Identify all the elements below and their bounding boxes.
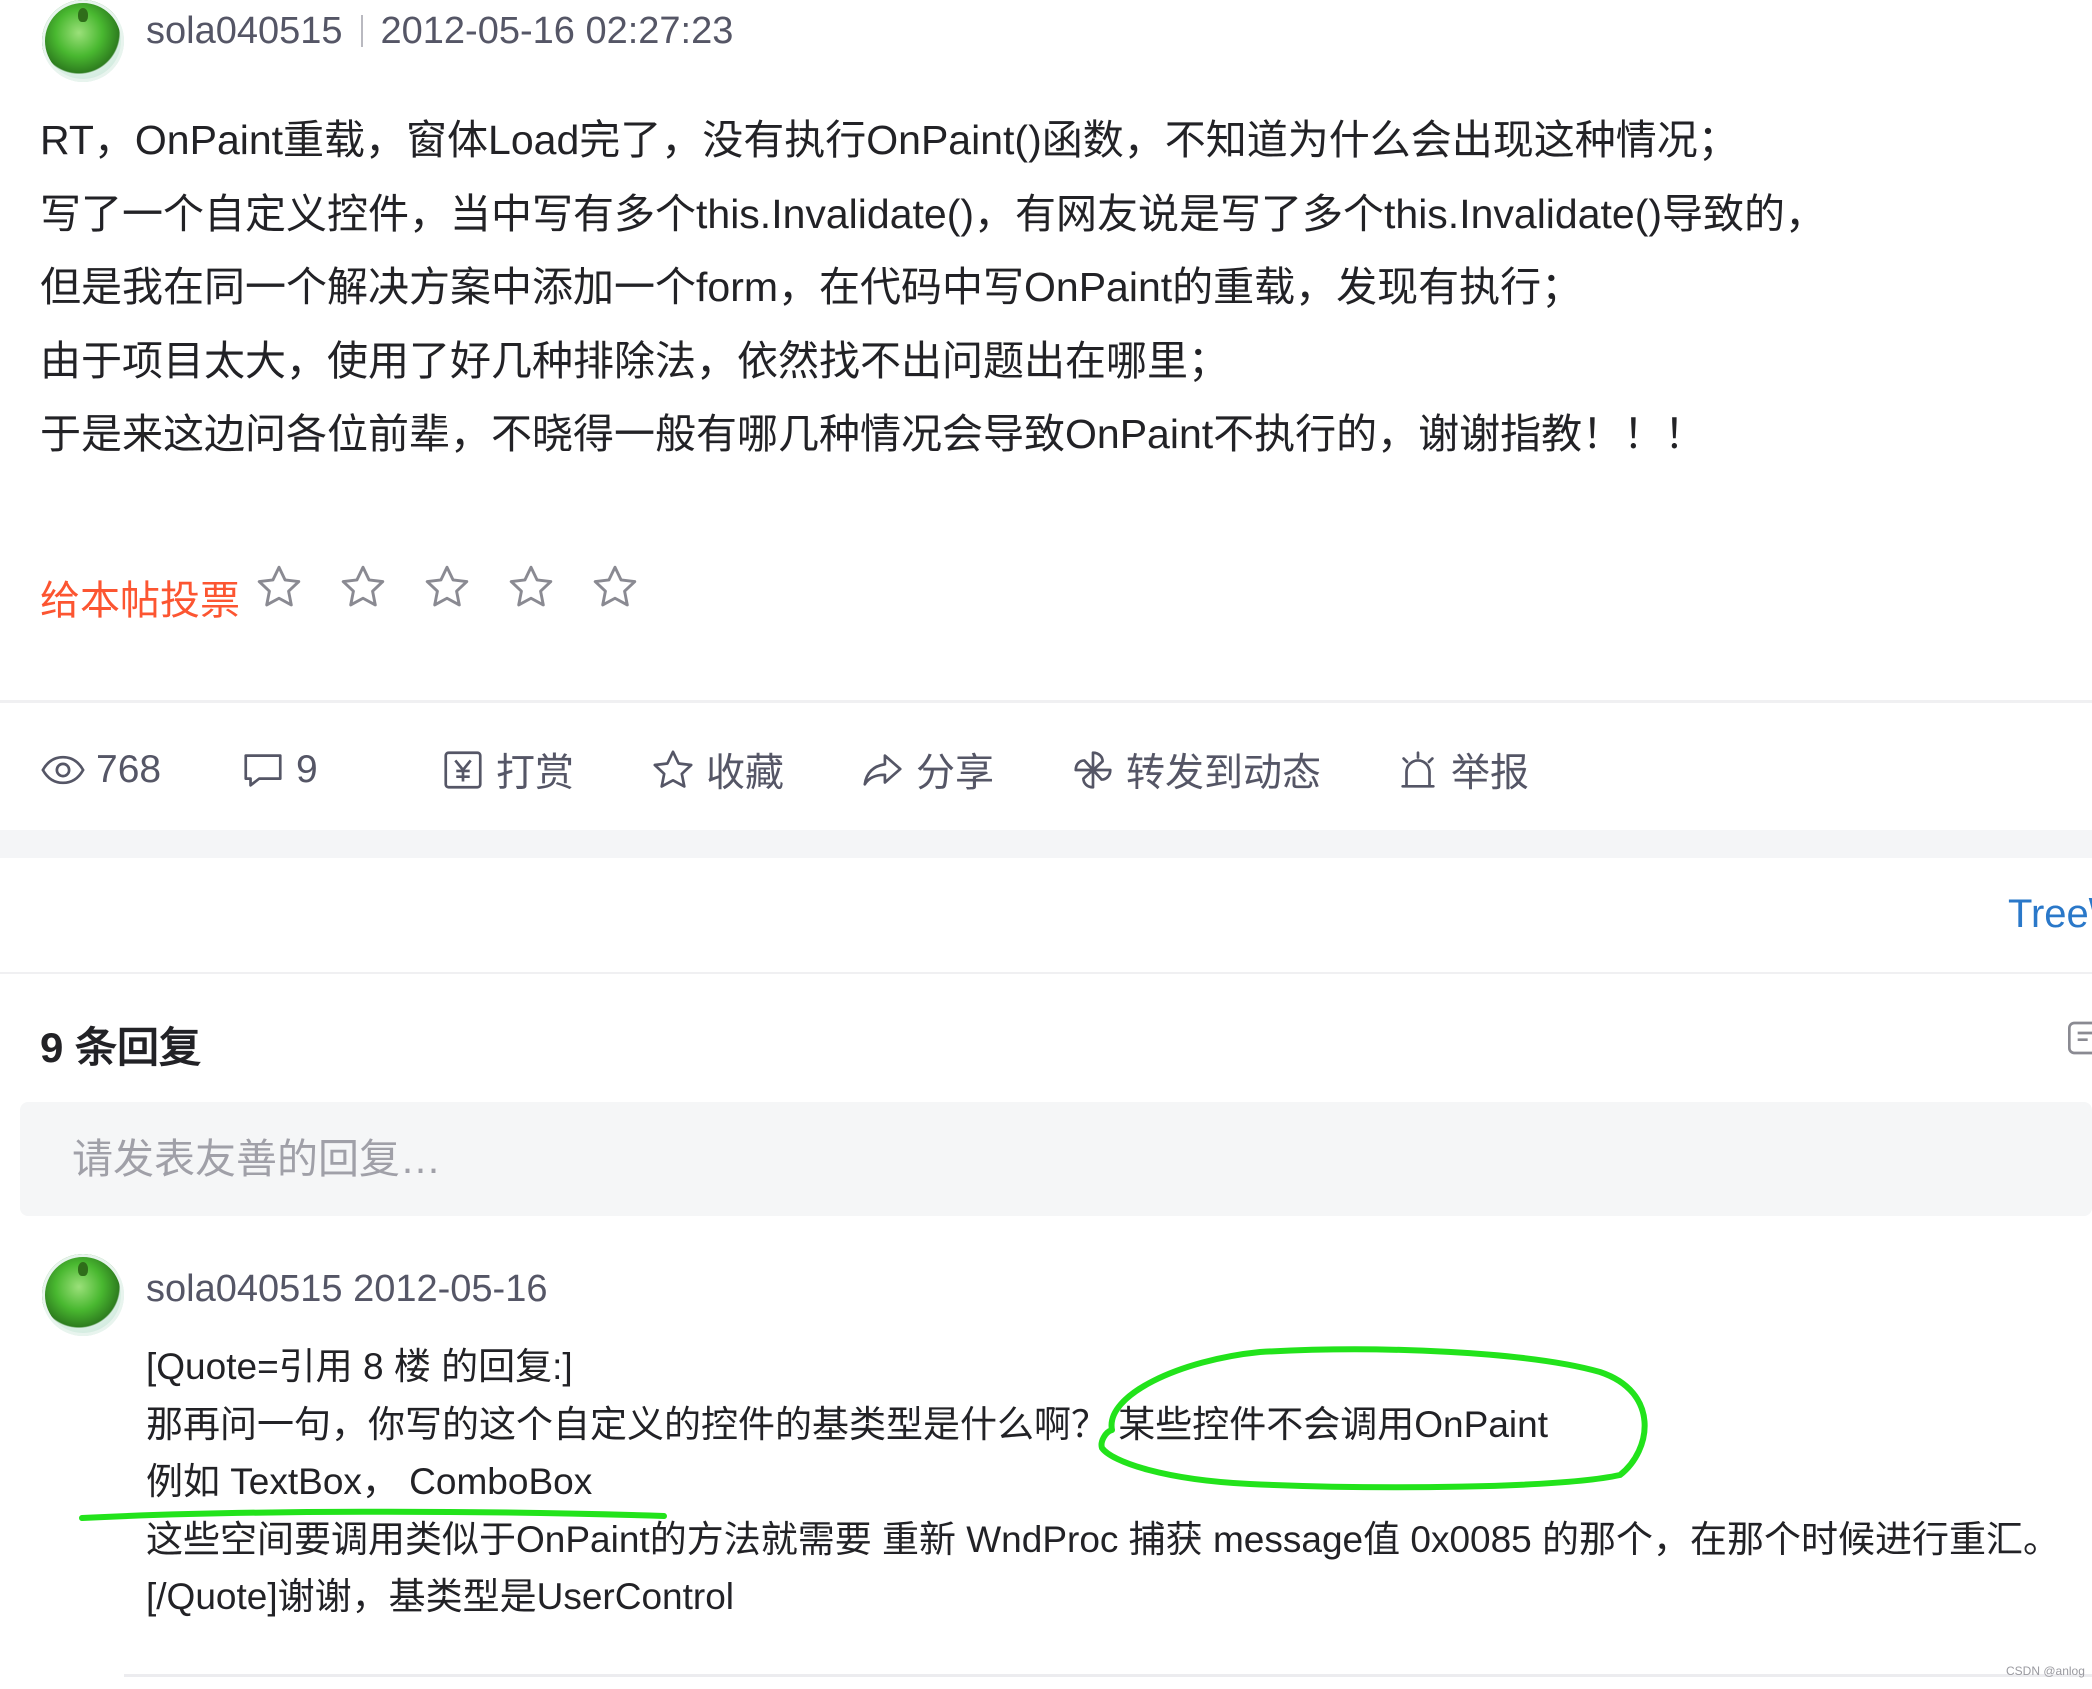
favorite-button[interactable]: 收藏	[650, 742, 860, 798]
star-outline-icon	[653, 750, 693, 788]
post-action-bar: 768 9 打赏 收藏 分享 转发到动态 举报	[40, 740, 1529, 800]
post-line: 写了一个自定义控件，当中写有多个this.Invalidate()，有网友说是写…	[40, 190, 1827, 237]
share-button[interactable]: 分享	[860, 742, 1070, 798]
star-icon[interactable]	[506, 562, 556, 612]
share-icon	[863, 754, 902, 786]
report-label: 举报	[1451, 752, 1530, 795]
reward-icon	[444, 751, 482, 789]
post-line: 于是来这边问各位前辈，不晓得一般有哪几种情况会导致OnPaint不执行的，谢谢指…	[40, 411, 1706, 457]
reply-line: 这些空间要调用类似于OnPaint的方法就需要 重新 WndProc 捕获 me…	[146, 1518, 2061, 1560]
apple-leaf-icon	[78, 1262, 88, 1276]
reply-line: [Quote=引用 8 楼 的回复:]	[146, 1346, 573, 1387]
pinwheel-icon	[1074, 751, 1112, 789]
post-meta: sola040515 2012-05-16 02:27:23	[146, 10, 733, 53]
eye-icon	[41, 755, 85, 785]
reply-content: [Quote=引用 8 楼 的回复:] 那再问一句，你写的这个自定义的控件的基类…	[146, 1338, 2060, 1626]
repost-label: 转发到动态	[1126, 752, 1322, 795]
post-line: 但是我在同一个解决方案中添加一个form，在代码中写OnPaint的重载，发现有…	[40, 264, 1583, 310]
reply-input[interactable]	[20, 1102, 2092, 1216]
watermark: CSDN @anlog	[2006, 1664, 2085, 1678]
reply-line: 例如 TextBox， ComboBox	[146, 1461, 593, 1502]
related-tag-link[interactable]: Tree\	[2008, 892, 2092, 937]
report-button[interactable]: 举报	[1395, 742, 1529, 798]
reply-divider	[124, 1674, 2092, 1677]
reply-author[interactable]: sola040515	[146, 1268, 343, 1310]
comment-icon	[244, 754, 282, 787]
post-author[interactable]: sola040515	[146, 10, 343, 52]
replies-heading: 9 条回复	[40, 1024, 202, 1071]
reply-line: 那再问一句，你写的这个自定义的控件的基类型是什么啊？ 某些控件不会调用OnPai…	[146, 1403, 1548, 1445]
post-line: RT，OnPaint重载，窗体Load完了，没有执行OnPaint()函数，不知…	[40, 117, 1739, 163]
star-icon[interactable]	[338, 562, 388, 612]
reply-line: [/Quote]谢谢，基类型是UserControl	[146, 1576, 735, 1617]
reward-label: 打赏	[496, 752, 575, 795]
star-icon[interactable]	[422, 562, 472, 612]
star-icon[interactable]	[590, 562, 640, 612]
post-content: RT，OnPaint重载，窗体Load完了，没有执行OnPaint()函数，不知…	[40, 104, 2060, 472]
reply-avatar[interactable]	[42, 1254, 124, 1336]
author-avatar[interactable]	[42, 0, 124, 82]
post-datetime: 2012-05-16 02:27:23	[380, 10, 734, 52]
reward-button[interactable]: 打赏	[440, 742, 650, 798]
share-label: 分享	[916, 752, 995, 795]
favorite-label: 收藏	[706, 752, 785, 795]
section-band	[0, 830, 2092, 858]
views-count: 768	[96, 748, 162, 791]
vote-label: 给本帖投票	[40, 579, 240, 623]
sort-icon[interactable]	[2066, 1018, 2092, 1058]
alarm-icon	[1401, 751, 1435, 788]
vote-stars	[254, 562, 640, 612]
apple-leaf-icon	[78, 8, 88, 22]
repost-button[interactable]: 转发到动态	[1070, 742, 1395, 798]
star-icon[interactable]	[254, 562, 304, 612]
reply-date: 2012-05-16	[353, 1268, 548, 1310]
views-counter: 768	[40, 747, 240, 793]
meta-separator	[360, 15, 363, 47]
comments-button[interactable]: 9	[240, 747, 440, 793]
post-line: 由于项目太大，使用了好几种排除法，依然找不出问题出在哪里；	[40, 337, 1229, 384]
section-divider	[0, 972, 2092, 974]
comments-count: 9	[296, 748, 318, 791]
reply-meta: sola040515 2012-05-16	[146, 1268, 547, 1311]
section-divider	[0, 700, 2092, 703]
